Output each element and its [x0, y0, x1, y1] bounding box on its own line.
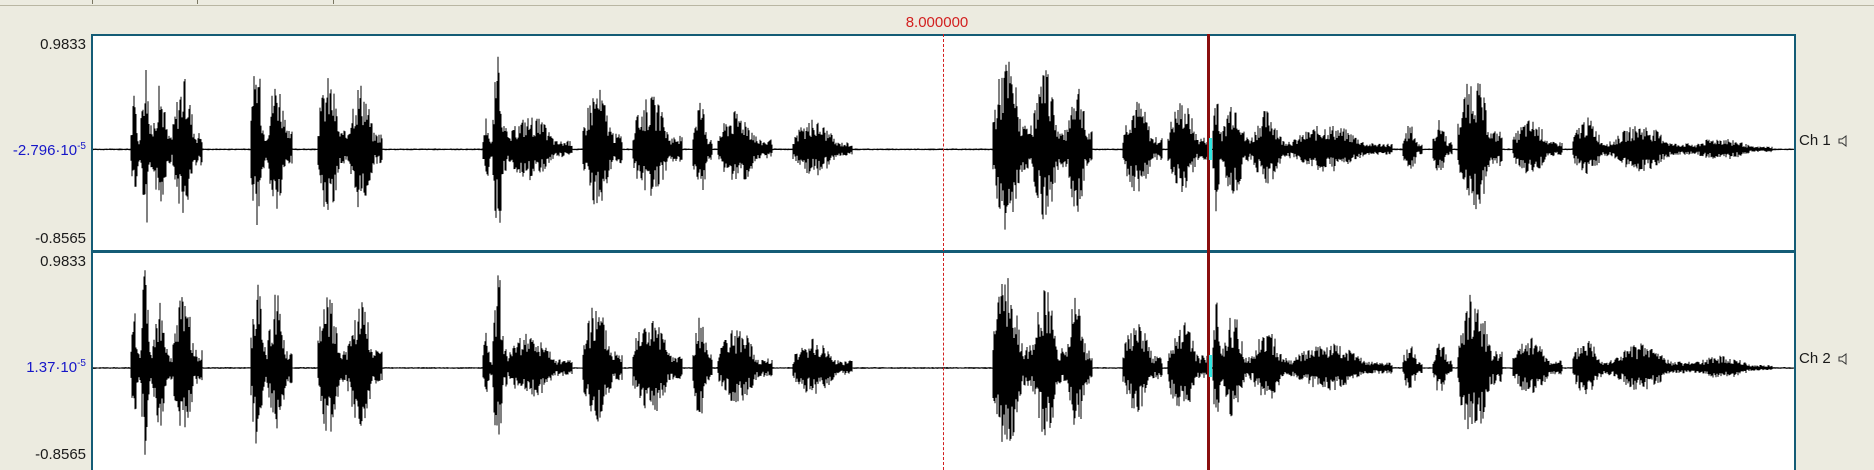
ch1-max-amplitude-label: 0.9833	[40, 36, 86, 53]
channel-1-waveform	[93, 56, 1794, 230]
ruler-tick	[92, 0, 93, 4]
speaker-icon[interactable]	[1837, 352, 1851, 366]
waveform-trace	[93, 56, 1794, 230]
sound-editor-view: 8.000000 0.9833 -2.796·10-5 -0.8565 Ch 1…	[0, 0, 1874, 470]
ch2-max-amplitude-label: 0.9833	[40, 253, 86, 270]
channel-2-waveform-panel[interactable]	[91, 251, 1796, 470]
speaker-icon[interactable]	[1837, 134, 1851, 148]
channel-1-name: Ch 1	[1799, 132, 1831, 149]
channel-2-label[interactable]: Ch 2	[1799, 350, 1851, 367]
time-ruler-strip	[0, 0, 1874, 6]
channel-2-name: Ch 2	[1799, 350, 1831, 367]
ruler-tick	[197, 0, 198, 4]
ch2-mid-amplitude-label: 1.37·10-5	[26, 358, 86, 376]
ch2-min-amplitude-label: -0.8565	[35, 446, 86, 463]
channel-1-waveform-panel[interactable]	[91, 34, 1796, 252]
ch1-mid-amplitude-label: -2.796·10-5	[12, 141, 86, 159]
cursor-time-readout: 8.000000	[905, 14, 969, 31]
channel-2-waveform	[93, 270, 1794, 455]
ruler-tick	[333, 0, 334, 4]
channel-1-label[interactable]: Ch 1	[1799, 132, 1851, 149]
ch1-min-amplitude-label: -0.8565	[35, 230, 86, 247]
waveform-trace	[93, 270, 1794, 455]
